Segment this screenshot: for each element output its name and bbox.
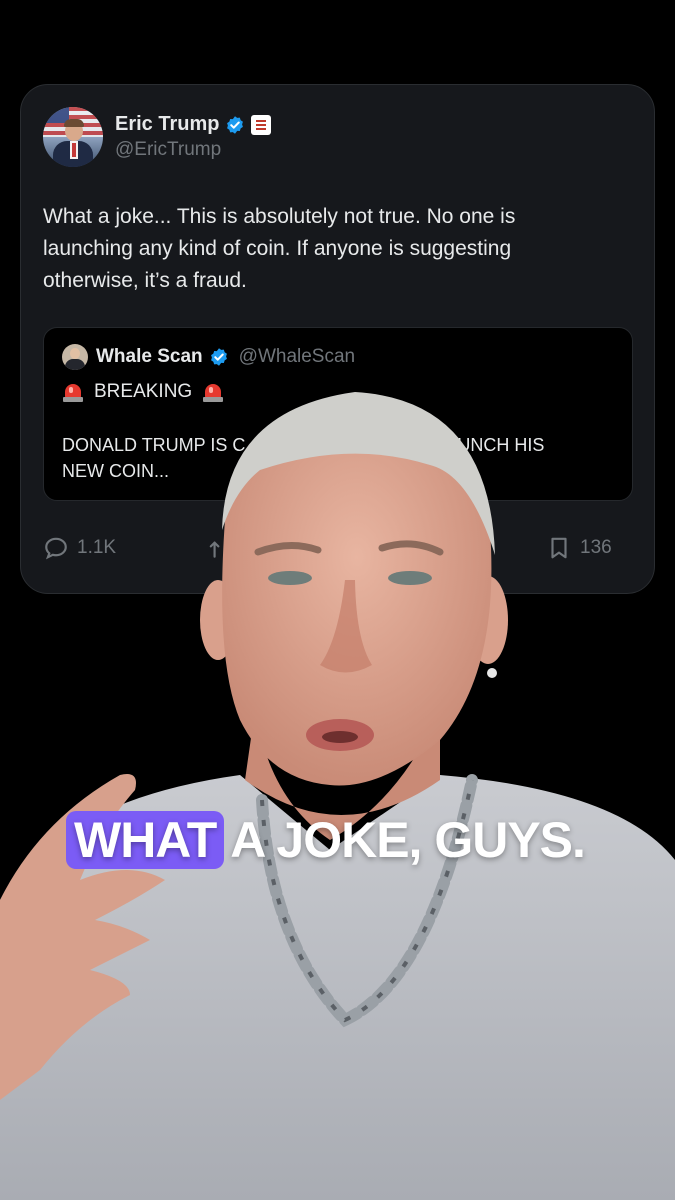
verified-badge-icon [227, 115, 244, 134]
earring [487, 668, 497, 678]
tweet-text: What a joke... This is absolutely not tr… [43, 205, 516, 292]
quoted-author-name: Whale Scan [96, 346, 203, 367]
verified-badge-icon [210, 348, 227, 366]
video-caption: WHAT A JOKE, GUYS. [66, 808, 586, 872]
author-handle[interactable]: @EricTrump [115, 139, 221, 161]
caption-rest: A JOKE, GUYS. [230, 812, 586, 868]
government-badge-icon [251, 114, 272, 135]
author-name[interactable]: Eric Trump [115, 113, 219, 136]
right-eye [388, 571, 432, 585]
author-name-row: Eric Trump [115, 113, 272, 136]
quoted-author-row: Whale Scan @WhaleScan [96, 346, 355, 368]
left-eye [268, 571, 312, 585]
caption-highlight: WHAT [66, 811, 225, 869]
quoted-author-handle: @WhaleScan [238, 346, 356, 367]
quoted-author-avatar [62, 344, 88, 370]
presenter-video [0, 392, 675, 1200]
author-avatar[interactable] [43, 107, 103, 167]
